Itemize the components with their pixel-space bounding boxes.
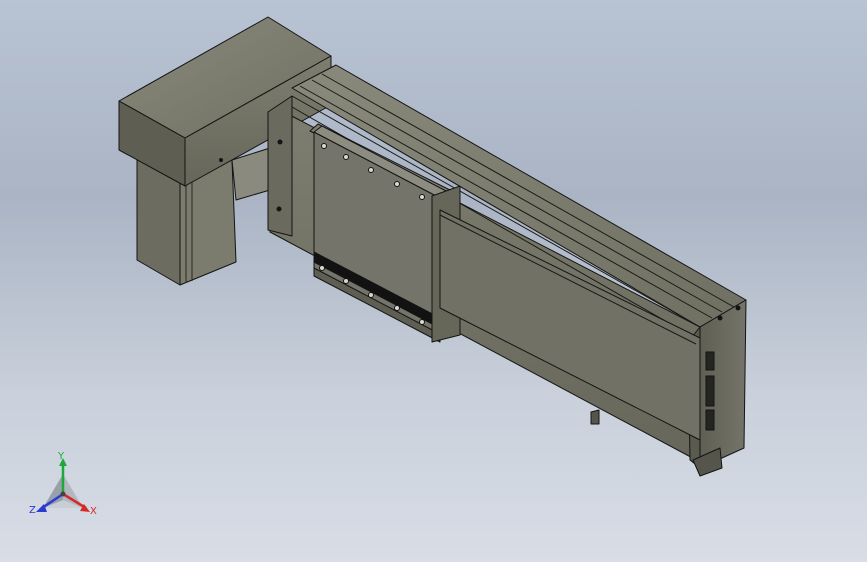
graphics-viewport[interactable]: Y X Z [0, 0, 867, 562]
axis-z-label: Z [29, 505, 36, 516]
coordinate-triad [36, 458, 90, 512]
linear-actuator-model[interactable] [0, 0, 867, 562]
axis-x-label: X [90, 506, 97, 517]
axis-y-label: Y [58, 451, 65, 462]
left-end-plate [267, 95, 293, 237]
